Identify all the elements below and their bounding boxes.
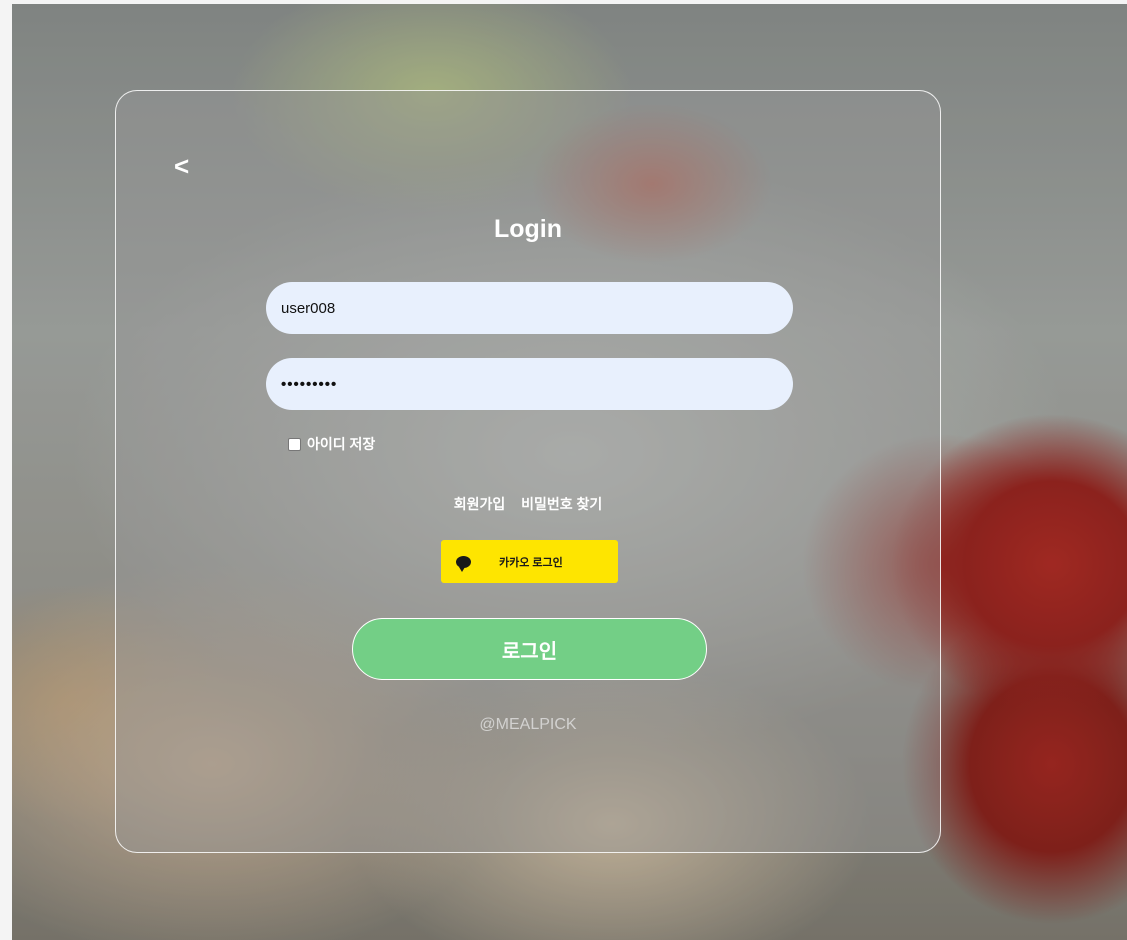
kakao-login-button[interactable]: 카카오 로그인: [441, 540, 618, 583]
back-button[interactable]: <: [174, 151, 189, 182]
password-input[interactable]: •••••••••: [266, 358, 793, 410]
page-title: Login: [493, 215, 563, 243]
remember-id-checkbox[interactable]: [288, 437, 301, 451]
find-password-link[interactable]: 비밀번호 찾기: [521, 496, 602, 512]
username-input[interactable]: user008: [266, 282, 793, 334]
remember-id-option[interactable]: 아이디 저장: [288, 434, 375, 454]
login-button[interactable]: 로그인: [352, 618, 707, 680]
speech-bubble-icon: [456, 555, 471, 572]
username-value: user008: [281, 299, 336, 317]
account-links: 회원가입 비밀번호 찾기: [116, 494, 940, 514]
login-card: < Login user008 ••••••••• 아이디 저장 회원가입 비밀…: [115, 90, 941, 853]
password-value: •••••••••: [281, 375, 338, 393]
kakao-login-label: 카카오 로그인: [499, 556, 563, 569]
signup-link[interactable]: 회원가입: [454, 496, 506, 512]
remember-id-label: 아이디 저장: [307, 436, 376, 452]
brand-footer: @MEALPICK: [479, 716, 577, 733]
